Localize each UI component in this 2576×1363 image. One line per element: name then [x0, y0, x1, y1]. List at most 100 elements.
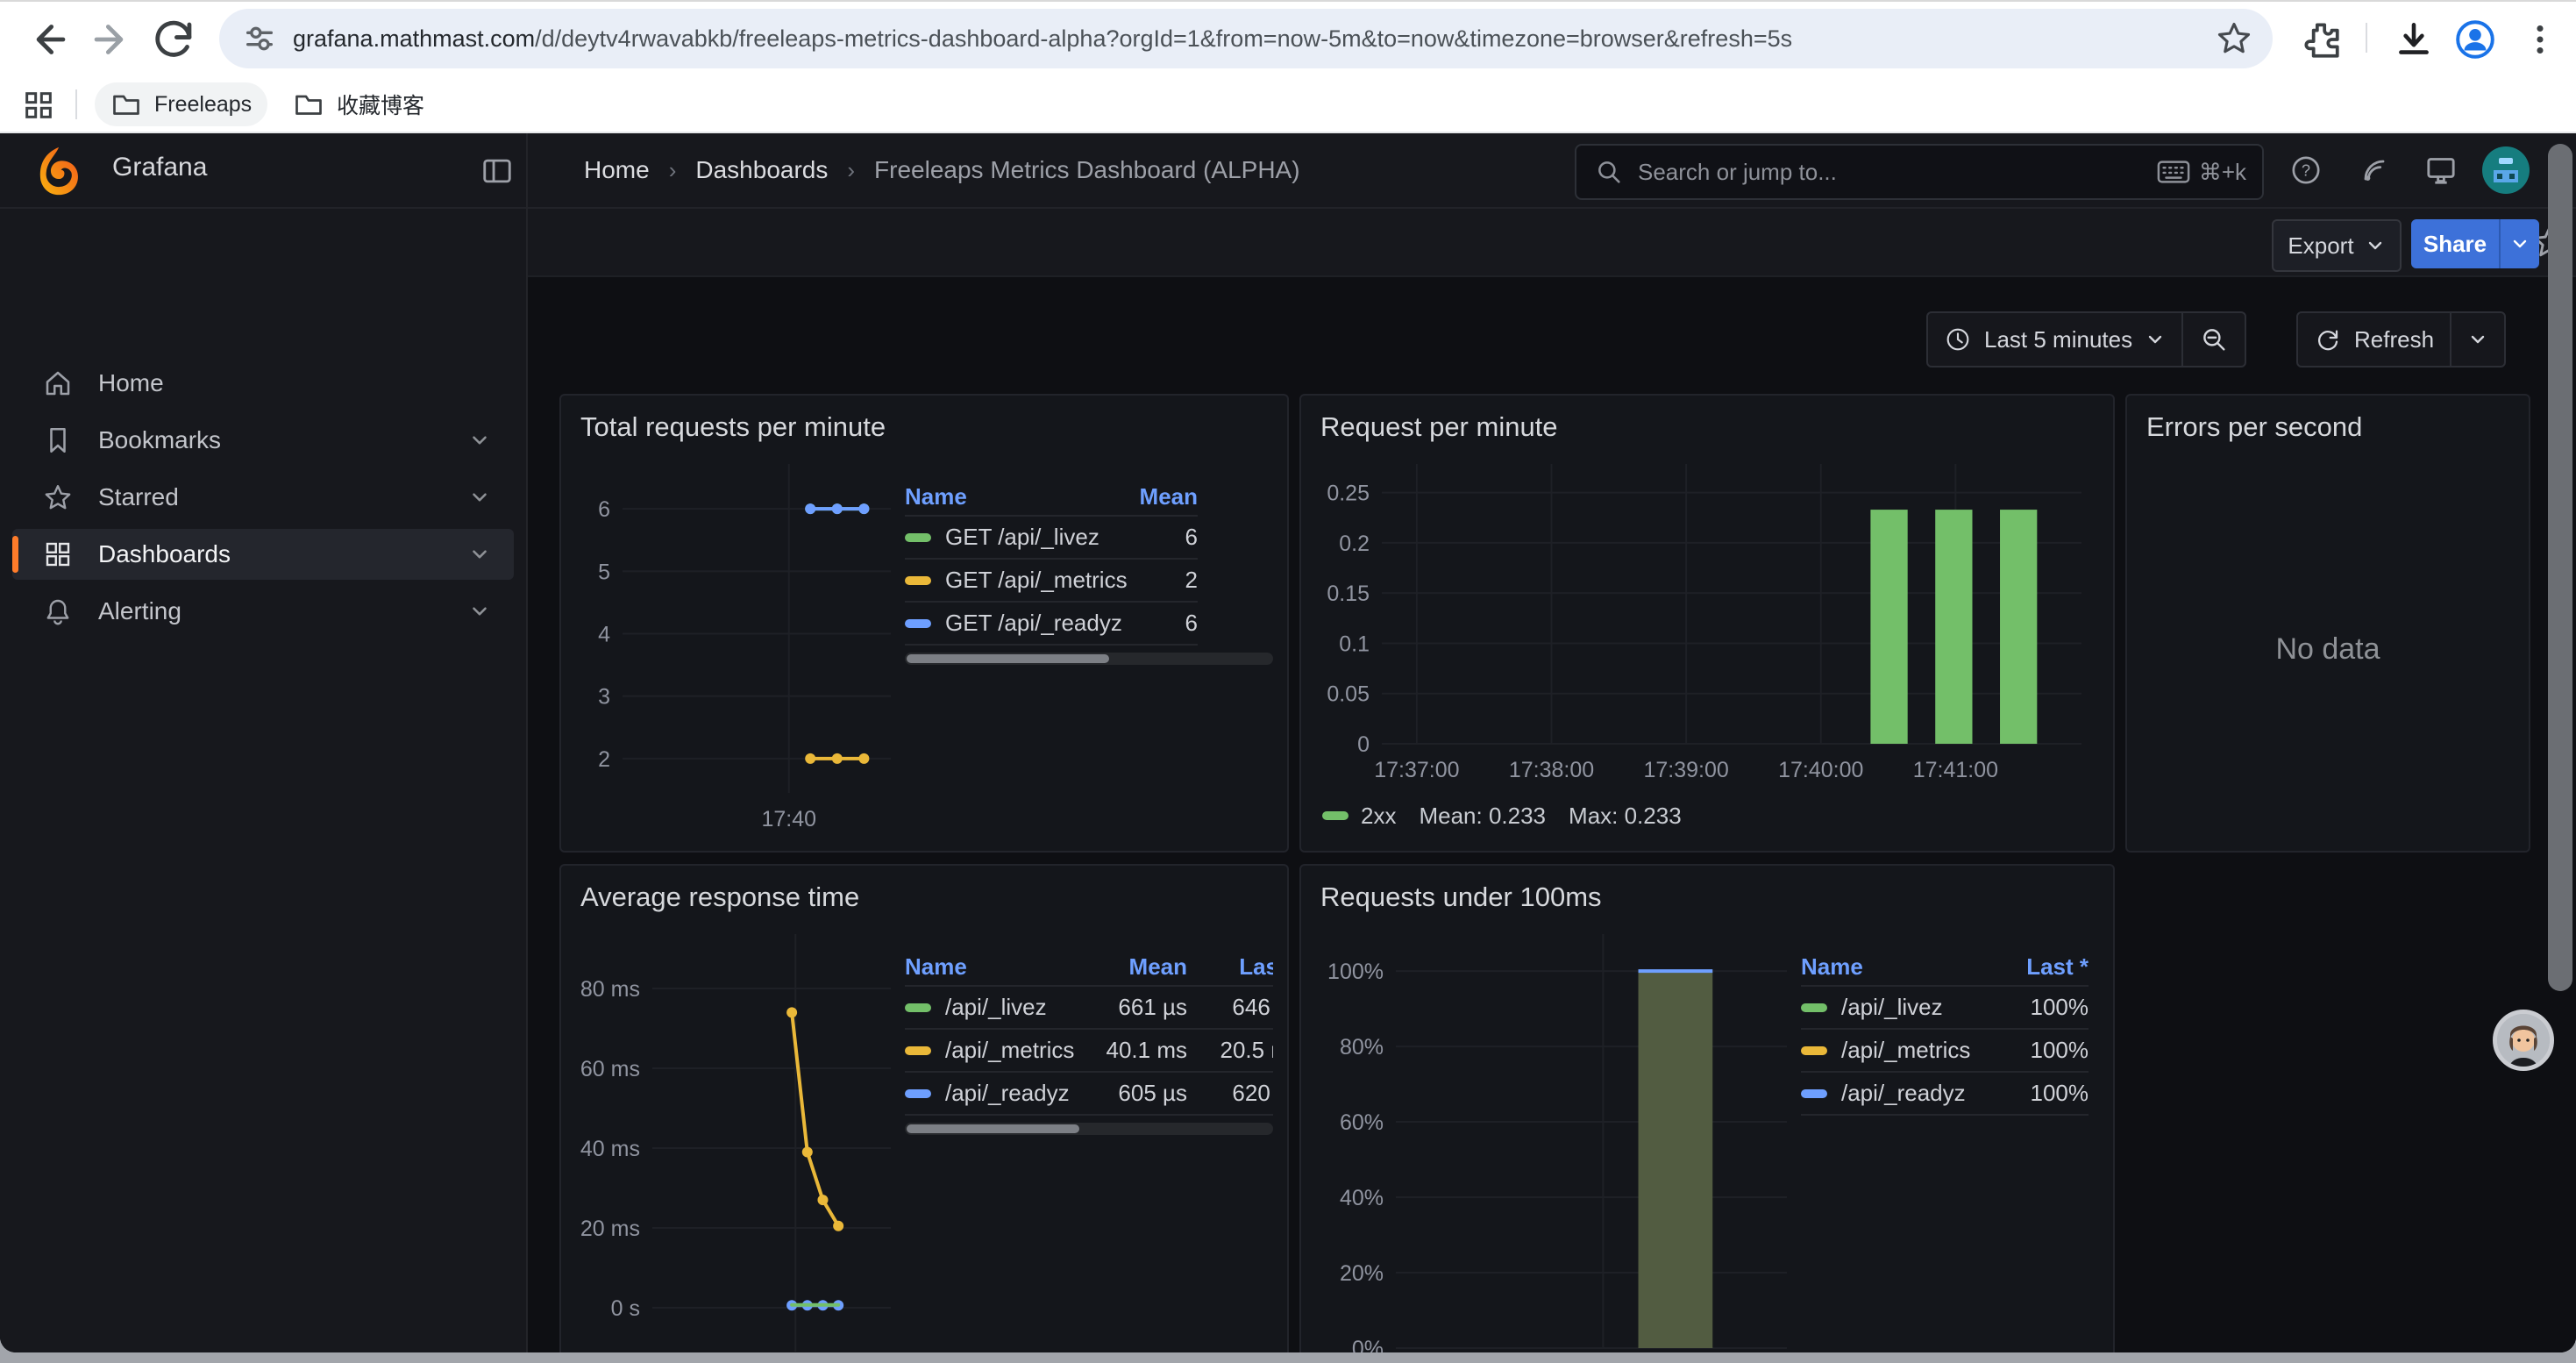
legend-item[interactable]: 2xx: [1322, 803, 1396, 830]
legend-header: Name Mean: [905, 478, 1198, 515]
sidebar-brand: Grafana: [0, 133, 526, 209]
forward-icon[interactable]: [86, 14, 137, 65]
kebab-menu-icon[interactable]: [2518, 18, 2562, 61]
sidebar-item-home[interactable]: Home: [12, 358, 514, 409]
search-placeholder: Search or jump to...: [1638, 159, 1837, 186]
panel-avg-response-time[interactable]: Average response time 80 ms60 ms40 ms20 …: [559, 864, 1289, 1352]
site-info-icon[interactable]: [242, 21, 277, 56]
bar-chart[interactable]: 0.250.20.150.10.05017:37:0017:38:0017:39…: [1308, 448, 2096, 793]
series-color-pill[interactable]: [905, 1046, 931, 1055]
legend-row[interactable]: GET /api/_metrics 2: [905, 558, 1198, 601]
panel-title[interactable]: Requests under 100ms: [1301, 866, 2113, 918]
panel-legend: 2xx Mean: 0.233 Max: 0.233: [1308, 793, 2096, 838]
panel-requests-under-100ms[interactable]: Requests under 100ms 100%80%60%40%20%0%1…: [1299, 864, 2115, 1352]
extensions-icon[interactable]: [2299, 18, 2343, 61]
legend-scrollbar[interactable]: [905, 653, 1273, 665]
bookmarks-bar: Freeleaps 收藏博客: [0, 77, 2576, 133]
sidebar-item-starred[interactable]: Starred: [12, 472, 514, 523]
chevron-down-icon: [468, 486, 491, 509]
legend-row[interactable]: GET /api/_readyz 6: [905, 601, 1198, 646]
chevron-down-icon: [2467, 329, 2488, 350]
reload-icon[interactable]: [149, 14, 200, 65]
refresh-button[interactable]: Refresh: [2298, 313, 2450, 366]
assistant-avatar[interactable]: [2493, 1010, 2554, 1071]
no-data-message: No data: [2127, 448, 2529, 851]
series-color-pill[interactable]: [905, 533, 931, 542]
sidebar: Grafana Home Bookmarks: [0, 133, 528, 1352]
bookmark-label: Freeleaps: [154, 92, 252, 118]
panel-title[interactable]: Errors per second: [2127, 396, 2529, 448]
svg-text:100%: 100%: [1327, 960, 1384, 984]
series-color-pill[interactable]: [1801, 1046, 1827, 1055]
monitor-icon[interactable]: [2423, 153, 2459, 188]
legend-row[interactable]: /api/_readyz 605 µs 620 µs: [905, 1071, 1273, 1116]
legend-row[interactable]: /api/_readyz 100%: [1801, 1071, 2089, 1116]
download-icon[interactable]: [2392, 18, 2436, 61]
bookmark-star-icon[interactable]: [2215, 19, 2253, 58]
share-dropdown-button[interactable]: [2499, 219, 2539, 268]
legend-stat-max: Max: 0.233: [1569, 803, 1682, 830]
export-button[interactable]: Export: [2272, 219, 2402, 272]
panel-title[interactable]: Request per minute: [1301, 396, 2113, 448]
sidebar-item-label: Bookmarks: [98, 426, 468, 454]
svg-text:6: 6: [598, 497, 610, 522]
legend-row[interactable]: /api/_livez 100%: [1801, 985, 2089, 1028]
legend-row[interactable]: /api/_metrics 40.1 ms 20.5 ms: [905, 1028, 1273, 1071]
user-avatar[interactable]: [2481, 146, 2530, 195]
news-rss-icon[interactable]: [2357, 153, 2392, 188]
series-color-pill[interactable]: [905, 576, 931, 585]
time-range-picker[interactable]: Last 5 minutes: [1928, 313, 2181, 366]
dashboard-toolbar: Export Share: [528, 209, 2576, 277]
sidebar-item-alerting[interactable]: Alerting: [12, 586, 514, 637]
back-icon[interactable]: [23, 14, 74, 65]
svg-text:0.2: 0.2: [1339, 532, 1370, 556]
legend-row[interactable]: /api/_metrics 100%: [1801, 1028, 2089, 1071]
profile-icon[interactable]: [2453, 18, 2497, 61]
refresh-icon: [2314, 325, 2342, 353]
url-bar[interactable]: grafana.mathmast.com/d/deytv4rwavabkb/fr…: [219, 9, 2273, 68]
series-color-pill[interactable]: [1801, 1089, 1827, 1098]
panel-title[interactable]: Total requests per minute: [561, 396, 1287, 448]
series-color-pill[interactable]: [1801, 1003, 1827, 1012]
zoom-out-button[interactable]: [2183, 313, 2245, 366]
help-icon[interactable]: ?: [2288, 153, 2323, 188]
breadcrumb-separator: ›: [847, 157, 855, 184]
grafana-logo-icon[interactable]: [32, 144, 86, 198]
bookmark-blogs[interactable]: 收藏博客: [277, 82, 440, 126]
panel-errors-per-second[interactable]: Errors per second No data: [2125, 394, 2530, 853]
sidebar-item-dashboards[interactable]: Dashboards: [12, 529, 514, 580]
breadcrumb-home[interactable]: Home: [584, 156, 650, 184]
series-color-pill[interactable]: [905, 619, 931, 628]
url-text[interactable]: grafana.mathmast.com/d/deytv4rwavabkb/fr…: [293, 25, 2215, 53]
apps-grid-icon[interactable]: [21, 88, 56, 123]
svg-text:17:40:00: 17:40:00: [1778, 758, 1863, 782]
alerting-bell-icon: [42, 596, 74, 627]
refresh-interval-dropdown[interactable]: [2451, 313, 2504, 366]
scrollbar-thumb[interactable]: [907, 654, 1109, 663]
legend-row[interactable]: /api/_livez 661 µs 646 µs: [905, 985, 1273, 1028]
panel-total-requests[interactable]: Total requests per minute 6543217:40 Nam…: [559, 394, 1289, 853]
legend-scrollbar[interactable]: [905, 1123, 1273, 1135]
timeseries-chart[interactable]: 6543217:40: [568, 448, 905, 838]
dock-sidebar-icon[interactable]: [480, 154, 514, 188]
sidebar-item-bookmarks[interactable]: Bookmarks: [12, 415, 514, 466]
refresh-button-group: Refresh: [2296, 311, 2506, 368]
bookmark-freeleaps[interactable]: Freeleaps: [95, 82, 267, 126]
share-button[interactable]: Share: [2411, 219, 2499, 268]
series-color-pill[interactable]: [905, 1003, 931, 1012]
svg-text:17:37:00: 17:37:00: [1374, 758, 1459, 782]
series-color-pill[interactable]: [905, 1089, 931, 1098]
legend-row[interactable]: GET /api/_livez 6: [905, 515, 1198, 558]
bookmark-icon: [42, 425, 74, 456]
breadcrumb: Home › Dashboards › Freeleaps Metrics Da…: [584, 133, 1300, 207]
bar-chart[interactable]: 100%80%60%40%20%0%17:40: [1308, 918, 1801, 1352]
breadcrumb-dashboards[interactable]: Dashboards: [695, 156, 828, 184]
search-input[interactable]: Search or jump to... ⌘+k: [1575, 144, 2264, 200]
svg-text:17:38:00: 17:38:00: [1509, 758, 1594, 782]
panel-request-per-minute[interactable]: Request per minute 0.250.20.150.10.05017…: [1299, 394, 2115, 853]
panel-legend: Name Last * /api/_livez 100% /api/_metri…: [1801, 918, 2099, 1352]
timeseries-chart[interactable]: 80 ms60 ms40 ms20 ms0 s17:40: [568, 918, 905, 1352]
page-scrollbar[interactable]: [2548, 144, 2572, 991]
scrollbar-thumb[interactable]: [907, 1124, 1079, 1133]
panel-title[interactable]: Average response time: [561, 866, 1287, 918]
